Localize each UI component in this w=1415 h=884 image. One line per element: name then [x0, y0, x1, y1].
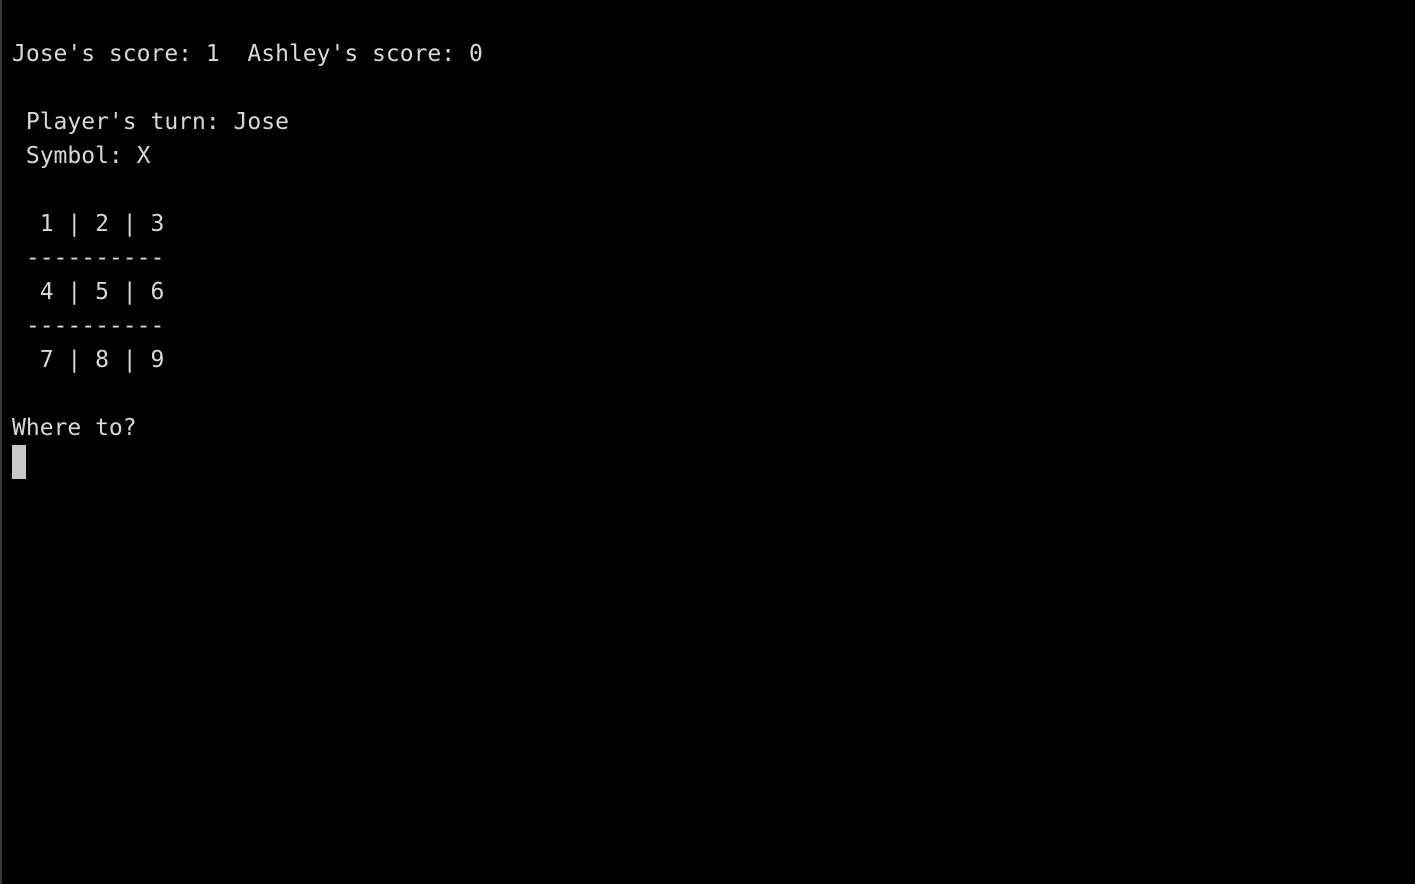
player-turn-line: Player's turn: Jose — [12, 109, 289, 135]
terminal-window[interactable]: Jose's score: 1 Ashley's score: 0 Player… — [0, 0, 1415, 884]
score-line: Jose's score: 1 Ashley's score: 0 — [12, 41, 483, 67]
symbol-line: Symbol: X — [12, 143, 151, 169]
board-row-3: 7 | 8 | 9 — [12, 347, 165, 373]
board-divider: ---------- — [12, 245, 165, 271]
board-divider: ---------- — [12, 313, 165, 339]
input-prompt: Where to? — [12, 415, 137, 441]
board-row-2: 4 | 5 | 6 — [12, 279, 165, 305]
text-cursor[interactable] — [12, 445, 26, 479]
board-row-1: 1 | 2 | 3 — [12, 211, 165, 237]
